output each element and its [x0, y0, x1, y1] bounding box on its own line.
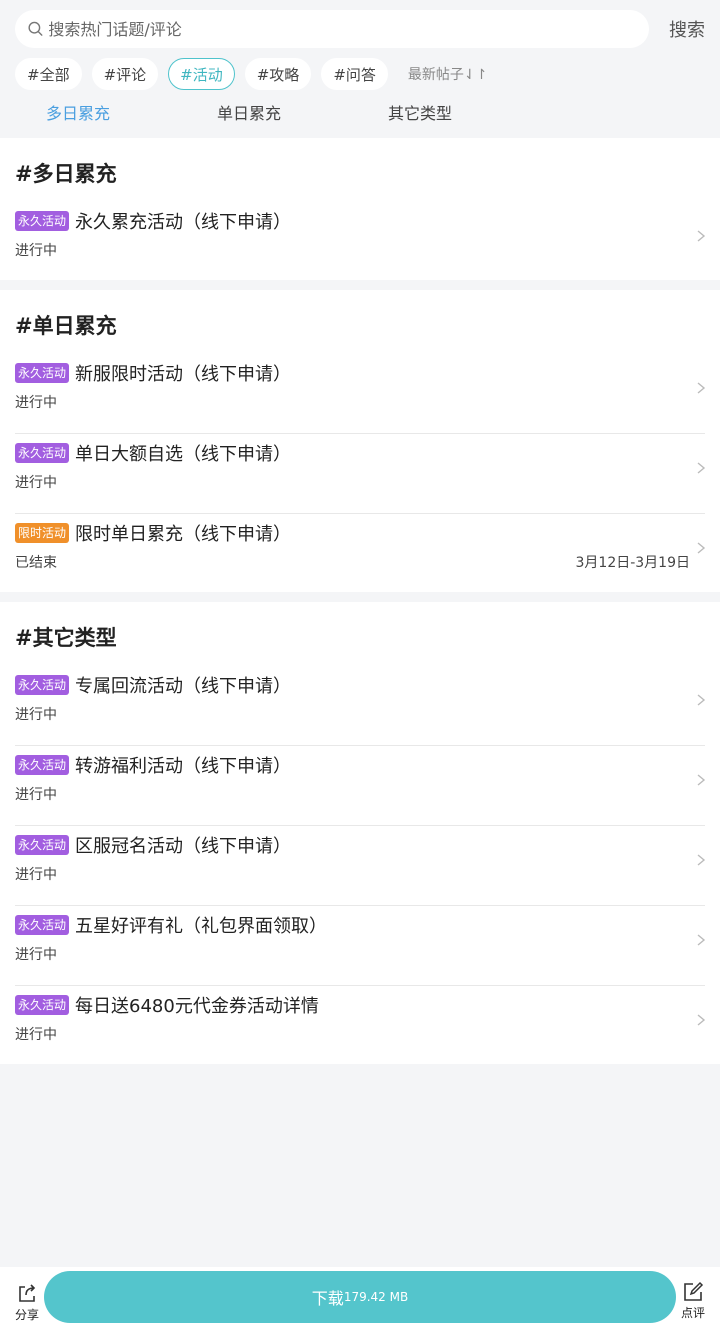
tag-guide[interactable]: #攻略 [244, 58, 312, 90]
item-title: 单日大额自选（线下申请） [75, 444, 292, 465]
item-heading: 永久活动 永久累充活动（线下申请） [15, 208, 291, 234]
item-title: 专属回流活动（线下申请） [75, 676, 292, 697]
list-item[interactable]: 永久活动 五星好评有礼（礼包界面领取） 进行中 [15, 906, 706, 986]
item-title: 五星好评有礼（礼包界面领取） [75, 916, 328, 937]
item-heading: 永久活动 新服限时活动（线下申请） [15, 360, 291, 386]
section-title: #多日累充 [15, 162, 117, 186]
chevron-right-icon [697, 854, 706, 866]
permanent-badge: 永久活动 [15, 211, 70, 231]
sub-tabs: 多日累充 单日累充 其它类型 [0, 100, 720, 132]
list-item[interactable]: 永久活动 新服限时活动（线下申请） 进行中 [15, 354, 706, 434]
search-button[interactable]: 搜索 [649, 16, 705, 42]
section-title: #单日累充 [15, 314, 117, 338]
item-title: 区服冠名活动（线下申请） [75, 836, 292, 857]
share-label: 分享 [14, 1308, 39, 1322]
permanent-badge: 永久活动 [15, 915, 70, 935]
item-status: 进行中 [15, 707, 57, 723]
search-row: 搜索 [15, 10, 705, 48]
tag-review[interactable]: #评论 [91, 58, 159, 90]
section-title: #其它类型 [15, 626, 117, 650]
bottom-bar: 分享 下载 179.42 MB 点评 [0, 1267, 720, 1327]
sort-latest-posts[interactable]: 最新帖子⇃↾ [408, 64, 487, 84]
permanent-badge: 永久活动 [15, 755, 70, 775]
list-item[interactable]: 永久活动 每日送6480元代金券活动详情 进行中 [15, 986, 706, 1064]
item-heading: 永久活动 五星好评有礼（礼包界面领取） [15, 912, 327, 938]
item-title: 新服限时活动（线下申请） [75, 364, 292, 385]
item-heading: 永久活动 转游福利活动（线下申请） [15, 752, 291, 778]
item-title: 转游福利活动（线下申请） [75, 756, 292, 777]
top-bar: 搜索 #全部 #评论 #活动 #攻略 #问答 最新帖子⇃↾ 多日累充 单日累充 … [0, 0, 720, 138]
edit-icon [684, 1281, 704, 1301]
limited-badge: 限时活动 [15, 523, 70, 543]
subtab-multi-day[interactable]: 多日累充 [46, 100, 110, 124]
list-item[interactable]: 永久活动 单日大额自选（线下申请） 进行中 [15, 434, 706, 514]
chevron-right-icon [697, 542, 706, 554]
list-item[interactable]: 永久活动 转游福利活动（线下申请） 进行中 [15, 746, 706, 826]
chevron-right-icon [697, 462, 706, 474]
chevron-right-icon [697, 694, 706, 706]
share-button[interactable]: 分享 [12, 1283, 42, 1323]
item-heading: 永久活动 每日送6480元代金券活动详情 [15, 992, 319, 1018]
permanent-badge: 永久活动 [15, 443, 70, 463]
download-button[interactable]: 下载 179.42 MB [44, 1271, 676, 1323]
item-title: 永久累充活动（线下申请） [75, 212, 292, 233]
tag-qa[interactable]: #问答 [321, 58, 388, 90]
list-item[interactable]: 限时活动 限时单日累充（线下申请） 已结束 3月12日-3月19日 [15, 514, 706, 592]
permanent-badge: 永久活动 [15, 995, 70, 1015]
chevron-right-icon [697, 1014, 706, 1026]
item-heading: 限时活动 限时单日累充（线下申请） [15, 520, 291, 546]
share-icon [19, 1284, 36, 1302]
item-status: 进行中 [15, 475, 57, 491]
item-heading: 永久活动 专属回流活动（线下申请） [15, 672, 291, 698]
item-status: 进行中 [15, 243, 57, 259]
section-other: #其它类型 永久活动 专属回流活动（线下申请） 进行中 永久活动 转游福利活动（… [0, 602, 720, 1064]
list-item[interactable]: 永久活动 专属回流活动（线下申请） 进行中 [15, 666, 706, 746]
item-heading: 永久活动 区服冠名活动（线下申请） [15, 832, 291, 858]
section-multi-day: #多日累充 永久活动 永久累充活动（线下申请） 进行中 [0, 138, 720, 280]
search-box[interactable] [15, 10, 649, 48]
tag-all[interactable]: #全部 [15, 58, 82, 90]
review-button[interactable]: 点评 [678, 1281, 708, 1321]
item-status: 进行中 [15, 1027, 57, 1043]
list-item[interactable]: 永久活动 永久累充活动（线下申请） 进行中 [15, 202, 706, 280]
section-single-day: #单日累充 永久活动 新服限时活动（线下申请） 进行中 永久活动 单日大额自选（… [0, 290, 720, 592]
download-size: 179.42 MB [343, 1290, 409, 1304]
permanent-badge: 永久活动 [15, 363, 70, 383]
item-title: 限时单日累充（线下申请） [75, 524, 292, 545]
list-item[interactable]: 永久活动 区服冠名活动（线下申请） 进行中 [15, 826, 706, 906]
item-heading: 永久活动 单日大额自选（线下申请） [15, 440, 291, 466]
item-status: 进行中 [15, 395, 57, 411]
item-title: 每日送6480元代金券活动详情 [75, 996, 319, 1017]
tag-activity[interactable]: #活动 [168, 58, 235, 90]
item-date-range: 3月12日-3月19日 [575, 555, 691, 571]
item-status: 进行中 [15, 947, 57, 963]
download-label: 下载 [311, 1289, 344, 1308]
item-status: 已结束 [15, 555, 57, 571]
item-status: 进行中 [15, 867, 57, 883]
subtab-other[interactable]: 其它类型 [388, 100, 452, 124]
search-icon [28, 21, 43, 36]
permanent-badge: 永久活动 [15, 835, 70, 855]
item-status: 进行中 [15, 787, 57, 803]
tag-filter-row: #全部 #评论 #活动 #攻略 #问答 最新帖子⇃↾ [15, 58, 487, 90]
chevron-right-icon [697, 230, 706, 242]
subtab-single-day[interactable]: 单日累充 [217, 100, 281, 124]
review-label: 点评 [680, 1306, 705, 1320]
permanent-badge: 永久活动 [15, 675, 70, 695]
chevron-right-icon [697, 934, 706, 946]
search-input[interactable] [48, 19, 649, 39]
chevron-right-icon [697, 774, 706, 786]
chevron-right-icon [697, 382, 706, 394]
